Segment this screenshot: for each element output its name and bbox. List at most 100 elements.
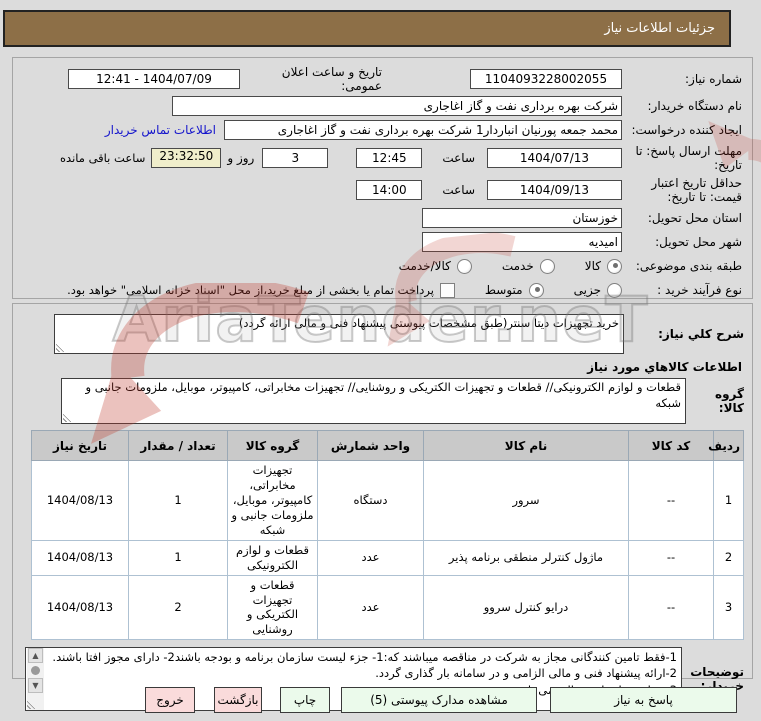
- radio-unselected-icon[interactable]: [607, 282, 622, 298]
- exit-button[interactable]: خروج: [145, 687, 195, 713]
- table-cell: 3: [713, 574, 744, 641]
- reply-deadline-time-input[interactable]: [356, 148, 423, 168]
- radio-selected-icon[interactable]: [528, 282, 544, 298]
- city-input[interactable]: [422, 232, 622, 252]
- table-cell: 2: [128, 574, 228, 641]
- province-input[interactable]: [422, 208, 622, 228]
- buyer-org-input[interactable]: [172, 96, 622, 116]
- page-title-bar: جزئیات اطلاعات نیاز: [3, 10, 731, 47]
- goods-group-row: گروه کالا: قطعات و لوازم الکترونیکی// قط…: [21, 378, 744, 424]
- goods-group-label: گروه کالا:: [715, 387, 744, 415]
- description-textarea[interactable]: خرید تجهیزات دیتا سنتر(طبق مشخصات پیوستی…: [54, 314, 624, 354]
- radio-selected-icon[interactable]: [607, 258, 622, 274]
- table-cell: عدد: [317, 574, 424, 641]
- request-creator-input[interactable]: [224, 120, 622, 140]
- buyer-contact-link[interactable]: اطلاعات تماس خریدار: [105, 123, 216, 137]
- request-info-panel: شماره نیاز: تاریخ و ساعت اعلان عمومی: نا…: [12, 57, 753, 299]
- purchase-type-options: جزیی متوسط: [455, 282, 622, 298]
- items-table: ردیف کد کالا نام کالا واحد شمارش گروه کالا تع…: [31, 430, 744, 641]
- buyer-org-label: نام دستگاه خریدار:: [647, 98, 743, 113]
- table-cell: قطعات و تجهیزات الکتریکی و روشنایی: [227, 574, 318, 641]
- view-attachments-button[interactable]: مشاهده مدارک پیوستی (5): [341, 687, 537, 713]
- radio-option-label: خدمت: [501, 259, 534, 273]
- table-cell: سرور: [423, 460, 629, 541]
- radio-option[interactable]: خدمت: [501, 258, 555, 274]
- reply-to-need-button[interactable]: پاسخ به نیاز: [550, 687, 737, 713]
- table-cell: --: [628, 539, 714, 576]
- radio-option-label: کالا: [584, 259, 601, 273]
- table-cell: تجهیزات مخابراتی، کامپیوتر، موبایل، ملزو…: [227, 460, 318, 541]
- remaining-days-label: روز و: [227, 151, 255, 165]
- city-row: شهر محل تحویل:: [23, 231, 742, 253]
- items-table-body: 1 -- سرور دستگاه تجهیزات مخابراتی، کامپیوتر،…: [31, 460, 744, 641]
- reply-deadline-label: مهلت ارسال پاسخ: تا تاریخ:: [635, 143, 742, 172]
- scrollbar-thumb[interactable]: [31, 666, 40, 676]
- radio-unselected-icon[interactable]: [539, 258, 555, 274]
- page: جزئیات اطلاعات نیاز شماره نیاز: تاریخ و …: [0, 0, 761, 721]
- column-header: تعداد / مقدار: [128, 430, 228, 461]
- table-cell: 1404/08/13: [31, 460, 129, 541]
- action-buttons-row: پاسخ به نیاز مشاهده مدارک پیوستی (5) چاپ…: [0, 687, 737, 713]
- radio-option-label: متوسط: [484, 283, 523, 297]
- reply-deadline-date-input[interactable]: [487, 148, 622, 168]
- radio-option[interactable]: جزیی: [573, 282, 622, 298]
- page-title: جزئیات اطلاعات نیاز: [604, 21, 715, 36]
- radio-option[interactable]: متوسط: [484, 282, 544, 298]
- countdown-timer: 23:32:50: [151, 148, 222, 168]
- need-number-label: شماره نیاز:: [685, 71, 742, 86]
- column-header: کد کالا: [628, 430, 714, 461]
- table-cell: 2: [713, 539, 744, 576]
- city-label: شهر محل تحویل:: [655, 234, 742, 249]
- print-button[interactable]: چاپ: [280, 687, 330, 713]
- request-creator-label: ایجاد کننده درخواست:: [631, 122, 742, 137]
- goods-group-textarea[interactable]: قطعات و لوازم الکترونیکی// قطعات و تجهیز…: [61, 378, 686, 424]
- radio-option-label: کالا/خدمت: [398, 259, 451, 273]
- price-validity-hour-label: ساعت: [442, 183, 475, 197]
- buyer-org-row: نام دستگاه خریدار:: [23, 95, 742, 117]
- announce-datetime-input[interactable]: [68, 69, 240, 89]
- price-validity-time-input[interactable]: [356, 180, 423, 200]
- price-validity-row: حداقل تاریخ اعتبار قیمت: تا تاریخ: ساعت: [23, 175, 742, 205]
- goods-section-title: اطلاعات كالاهاي مورد نياز: [587, 360, 742, 374]
- need-number-input[interactable]: [470, 69, 622, 89]
- subject-class-label: طبقه بندی موضوعی:: [635, 258, 742, 273]
- need-number-row: شماره نیاز: تاریخ و ساعت اعلان عمومی:: [23, 65, 742, 93]
- subject-class-options: کالا خدمت کالا/خدمت: [369, 258, 622, 274]
- reply-deadline-row: مهلت ارسال پاسخ: تا تاریخ: ساعت روز و 23…: [23, 143, 742, 173]
- countdown-label: ساعت باقی مانده: [60, 151, 146, 165]
- province-label: استان محل تحویل:: [647, 210, 742, 225]
- radio-option-label: جزیی: [573, 283, 601, 297]
- table-cell: 1: [128, 539, 228, 576]
- radio-option[interactable]: کالا/خدمت: [398, 258, 472, 274]
- column-header: گروه کالا: [227, 430, 318, 461]
- price-validity-date-input[interactable]: [487, 180, 622, 200]
- column-header: واحد شمارش: [317, 430, 424, 461]
- announce-datetime-label: تاریخ و ساعت اعلان عمومی:: [281, 65, 382, 93]
- column-header: نام کالا: [423, 430, 629, 461]
- column-header: تاریخ نیاز: [31, 430, 129, 461]
- remaining-days-input[interactable]: [262, 148, 329, 168]
- table-cell: 1: [713, 460, 744, 541]
- treasury-docs-checkbox[interactable]: [439, 282, 455, 298]
- table-cell: --: [628, 460, 714, 541]
- table-cell: ماژول کنترلر منطقی برنامه پذیر: [423, 539, 629, 576]
- table-cell: قطعات و لوازم الکترونیکی: [227, 539, 318, 576]
- table-cell: 1404/08/13: [31, 539, 129, 576]
- radio-unselected-icon[interactable]: [456, 258, 472, 274]
- table-cell: 1: [128, 460, 228, 541]
- purchase-type-row: نوع فرآیند خرید : جزیی متوسط پرداخت تمام …: [23, 279, 742, 301]
- back-button[interactable]: بازگشت: [214, 687, 262, 713]
- request-creator-row: ایجاد کننده درخواست: اطلاعات تماس خریدار: [23, 119, 742, 141]
- radio-option[interactable]: کالا: [584, 258, 622, 274]
- purchase-type-label: نوع فرآیند خرید :: [657, 282, 742, 297]
- table-cell: --: [628, 574, 714, 641]
- subject-class-row: طبقه بندی موضوعی: کالا خدمت کالا/خدمت: [23, 255, 742, 277]
- table-cell: دستگاه: [317, 460, 424, 541]
- description-label: شرح كلي نیاز:: [658, 326, 744, 341]
- scroll-up-icon[interactable]: ▲: [28, 648, 43, 664]
- table-row: 1 -- سرور دستگاه تجهیزات مخابراتی، کامپیوتر،…: [31, 460, 744, 541]
- reply-deadline-hour-label: ساعت: [442, 151, 475, 165]
- table-row: 2 -- ماژول کنترلر منطقی برنامه پذیر عدد قطعا…: [31, 539, 744, 576]
- price-validity-label: حداقل تاریخ اعتبار قیمت: تا تاریخ:: [651, 175, 742, 204]
- table-cell: درایو کنترل سروو: [423, 574, 629, 641]
